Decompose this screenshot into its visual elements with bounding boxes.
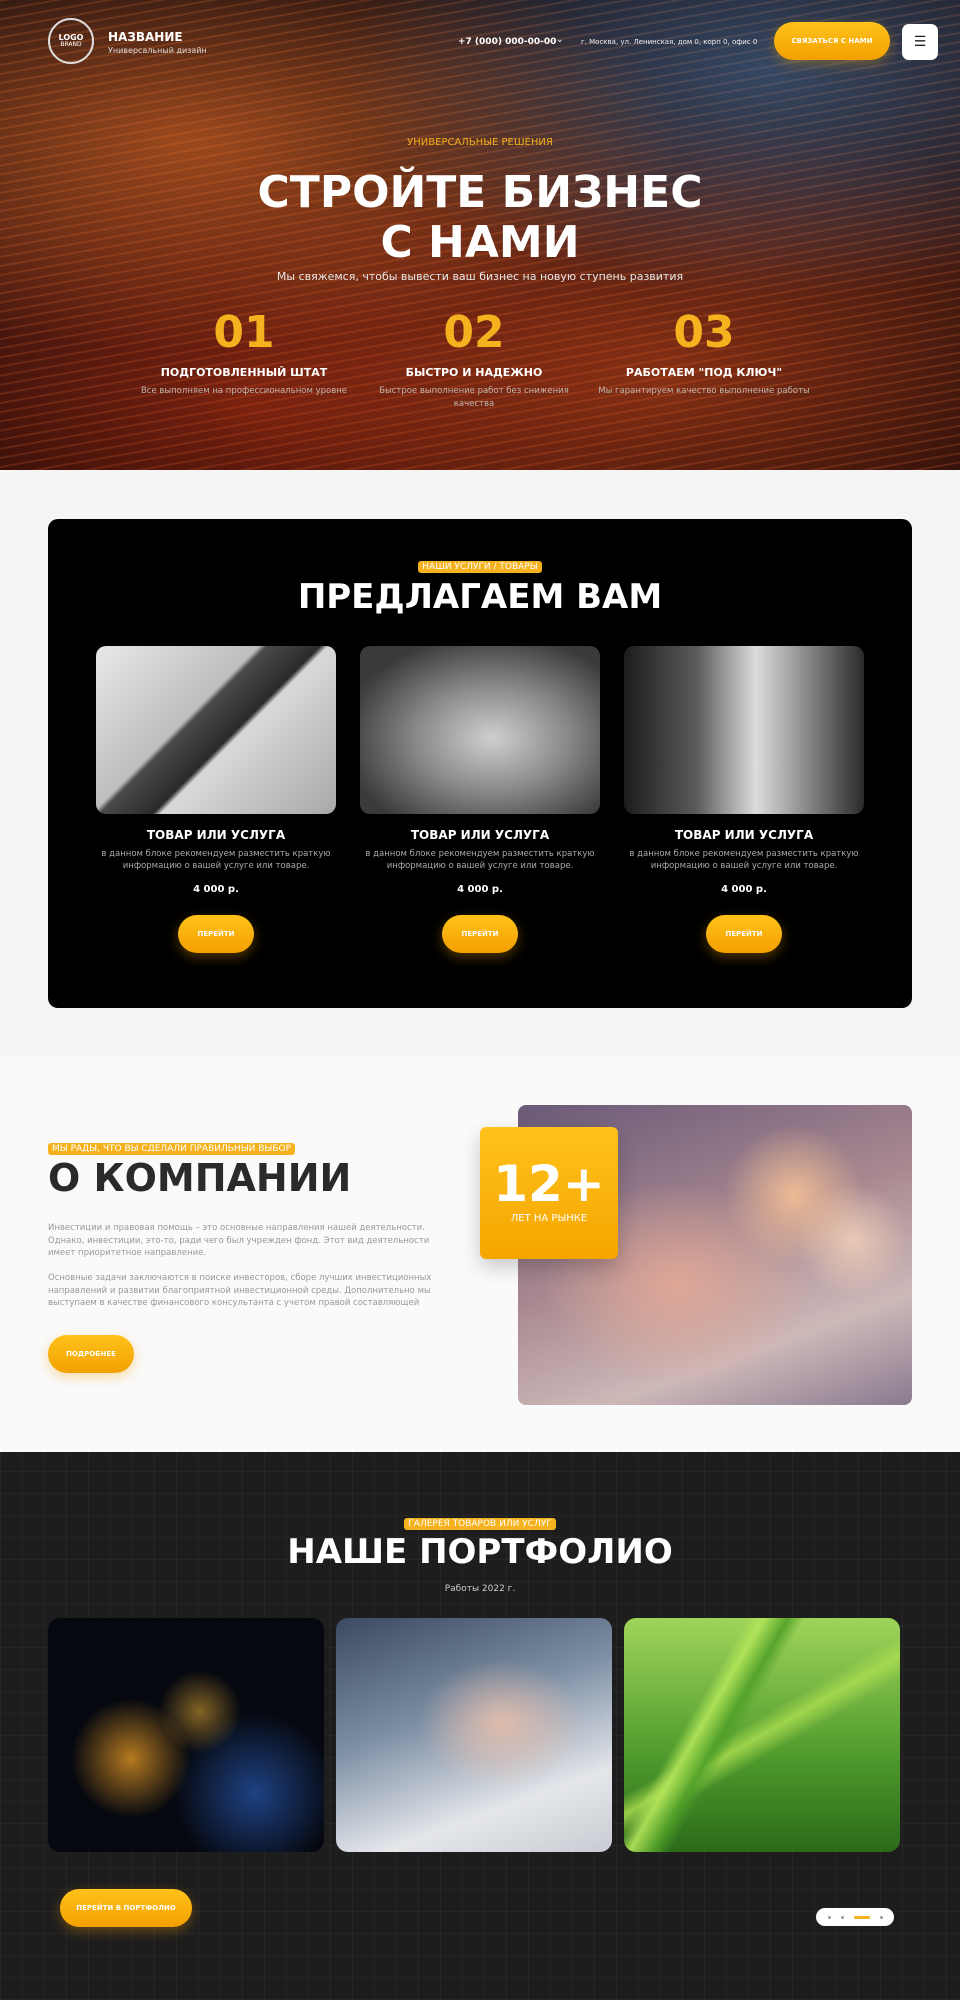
product-description: в данном блоке рекомендуем разместить кр… bbox=[101, 849, 331, 871]
logo-subtext: BRAND bbox=[60, 41, 82, 49]
product-description: в данном блоке рекомендуем разместить кр… bbox=[365, 849, 595, 871]
product-title: ТОВАР ИЛИ УСЛУГА bbox=[674, 828, 814, 842]
product-card: ТОВАР ИЛИ УСЛУГА в данном блоке рекоменд… bbox=[360, 646, 600, 953]
product-go-button[interactable]: ПЕРЕЙТИ bbox=[178, 915, 254, 953]
phone-link[interactable]: +7 (000) 000-00-00 bbox=[458, 37, 556, 47]
hero-subtitle: Мы свяжемся, чтобы вывести ваш бизнес на… bbox=[276, 270, 684, 283]
product-description: в данном блоке рекомендуем разместить кр… bbox=[629, 849, 859, 871]
hero-title-line1: СТРОЙТЕ БИЗНЕС bbox=[257, 167, 703, 218]
product-card: ТОВАР ИЛИ УСЛУГА в данном блоке рекоменд… bbox=[624, 646, 864, 953]
services-tag: НАШИ УСЛУГИ / ТОВАРЫ bbox=[418, 561, 542, 573]
product-price: 4 000 р. bbox=[457, 884, 503, 895]
stat-number: 01 bbox=[213, 307, 275, 358]
brand-subtitle: Универсальный дизайн bbox=[108, 46, 207, 55]
portfolio-image[interactable] bbox=[48, 1618, 324, 1852]
pagination-dot-active[interactable] bbox=[853, 1915, 870, 1919]
years-badge: 12+ ЛЕТ НА РЫНКЕ bbox=[480, 1127, 618, 1259]
stat-item: 02 БЫСТРО И НАДЕЖНО Быстрое выполнение р… bbox=[364, 308, 584, 411]
chevron-down-icon[interactable]: ⌄ bbox=[556, 35, 564, 45]
portfolio-title: НАШЕ ПОРТФОЛИО bbox=[287, 1532, 673, 1572]
pagination-dot[interactable] bbox=[879, 1915, 883, 1919]
portfolio-image[interactable] bbox=[624, 1618, 900, 1852]
about-tag: МЫ РАДЫ, ЧТО ВЫ СДЕЛАЛИ ПРАВИЛЬНЫЙ ВЫБОР bbox=[48, 1143, 296, 1155]
hero-eyebrow: УНИВЕРСАЛЬНЫЕ РЕШЕНИЯ bbox=[407, 137, 553, 148]
services-title: ПРЕДЛАГАЕМ ВАМ bbox=[297, 577, 663, 617]
portfolio-section: ГАЛЕРЕЯ ТОВАРОВ ИЛИ УСЛУГ НАШЕ ПОРТФОЛИО… bbox=[0, 1452, 960, 2000]
product-image[interactable] bbox=[96, 646, 336, 814]
portfolio-tag: ГАЛЕРЕЯ ТОВАРОВ ИЛИ УСЛУГ bbox=[404, 1518, 556, 1530]
hamburger-icon[interactable]: ☰ bbox=[902, 24, 938, 60]
stat-label: РАБОТАЕМ "ПОД КЛЮЧ" bbox=[625, 366, 783, 379]
more-button[interactable]: ПОДРОБНЕЕ bbox=[48, 1335, 134, 1373]
services-panel: НАШИ УСЛУГИ / ТОВАРЫ ПРЕДЛАГАЕМ ВАМ ТОВА… bbox=[48, 519, 912, 1008]
about-title: О КОМПАНИИ bbox=[48, 1156, 352, 1200]
product-card: ТОВАР ИЛИ УСЛУГА в данном блоке рекоменд… bbox=[96, 646, 336, 953]
portfolio-button[interactable]: ПЕРЕЙТИ В ПОРТФОЛИО bbox=[60, 1889, 192, 1927]
contact-button[interactable]: СВЯЗАТЬСЯ С НАМИ bbox=[774, 22, 890, 60]
years-label: ЛЕТ НА РЫНКЕ bbox=[510, 1213, 588, 1224]
hero-title: СТРОЙТЕ БИЗНЕС С НАМИ bbox=[0, 168, 960, 268]
about-paragraph: Инвестиции и правовая помощь – это основ… bbox=[48, 1223, 430, 1258]
about-section: МЫ РАДЫ, ЧТО ВЫ СДЕЛАЛИ ПРАВИЛЬНЫЙ ВЫБОР… bbox=[0, 1056, 960, 1452]
slider-pagination[interactable] bbox=[816, 1908, 894, 1926]
stat-number: 02 bbox=[443, 307, 505, 358]
pagination-dot[interactable] bbox=[840, 1915, 844, 1919]
stat-label: БЫСТРО И НАДЕЖНО bbox=[405, 366, 543, 379]
stat-description: Быстрое выполнение работ без снижения ка… bbox=[379, 386, 569, 409]
product-go-button[interactable]: ПЕРЕЙТИ bbox=[442, 915, 518, 953]
address-text: г. Москва, ул. Ленинская, дом 0, корп 0,… bbox=[581, 38, 758, 46]
brand-title: НАЗВАНИЕ bbox=[108, 30, 183, 44]
hero-title-line2: С НАМИ bbox=[380, 217, 580, 268]
hero-section: LOGO BRAND НАЗВАНИЕ Универсальный дизайн… bbox=[0, 0, 960, 470]
product-image[interactable] bbox=[624, 646, 864, 814]
product-go-button[interactable]: ПЕРЕЙТИ bbox=[706, 915, 782, 953]
portfolio-subtitle: Работы 2022 г. bbox=[444, 1584, 516, 1594]
years-number: 12+ bbox=[493, 1155, 605, 1213]
about-paragraph: Основные задачи заключаются в поиске инв… bbox=[48, 1273, 432, 1308]
stat-number: 03 bbox=[673, 307, 735, 358]
product-title: ТОВАР ИЛИ УСЛУГА bbox=[410, 828, 550, 842]
product-image[interactable] bbox=[360, 646, 600, 814]
stat-label: ПОДГОТОВЛЕННЫЙ ШТАТ bbox=[160, 366, 328, 379]
logo[interactable]: LOGO BRAND bbox=[48, 18, 94, 64]
stat-item: 03 РАБОТАЕМ "ПОД КЛЮЧ" Мы гарантируем ка… bbox=[594, 308, 814, 398]
product-price: 4 000 р. bbox=[721, 884, 767, 895]
product-title: ТОВАР ИЛИ УСЛУГА bbox=[146, 828, 286, 842]
stat-description: Мы гарантируем качество выполнение работ… bbox=[598, 386, 810, 396]
pagination-dot[interactable] bbox=[827, 1915, 831, 1919]
stat-item: 01 ПОДГОТОВЛЕННЫЙ ШТАТ Все выполняем на … bbox=[134, 308, 354, 398]
portfolio-image[interactable] bbox=[336, 1618, 612, 1852]
product-price: 4 000 р. bbox=[193, 884, 239, 895]
stat-description: Все выполняем на профессиональном уровне bbox=[140, 386, 348, 396]
